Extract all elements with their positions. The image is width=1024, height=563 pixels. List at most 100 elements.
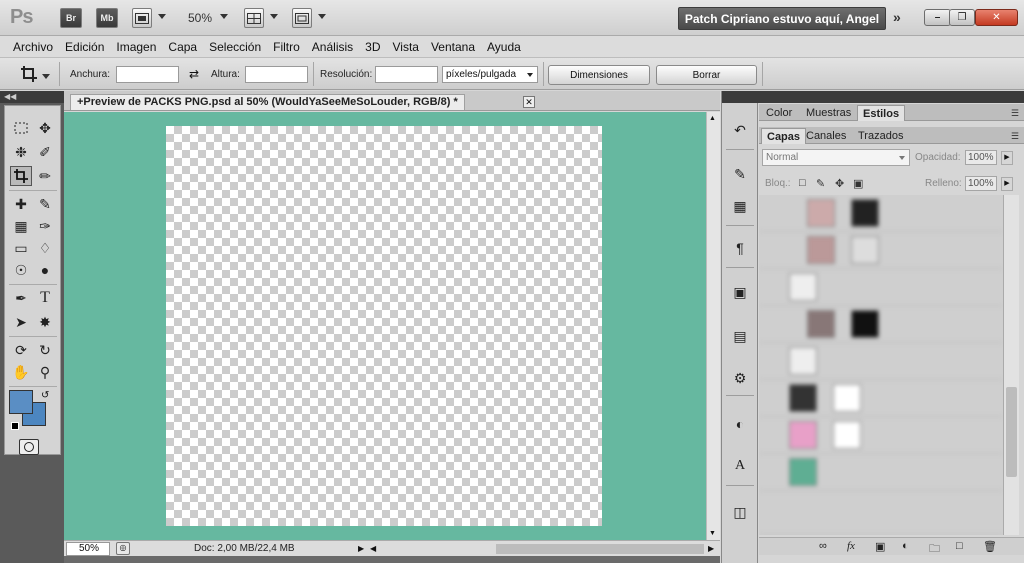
zoom-tool-icon[interactable]: ⚲ <box>34 362 56 382</box>
layer-row[interactable] <box>759 306 1003 343</box>
foreground-color-swatch[interactable] <box>9 390 33 414</box>
resolution-input[interactable] <box>375 66 438 83</box>
height-input[interactable] <box>245 66 308 83</box>
tab-capas[interactable]: Capas <box>761 128 807 144</box>
layer-row[interactable] <box>759 491 1003 535</box>
mini-bridge-button[interactable]: Mb <box>96 8 118 28</box>
quick-selection-tool-icon[interactable]: ✐ <box>34 142 56 162</box>
type-tool-icon[interactable]: T <box>34 288 56 308</box>
transparent-canvas[interactable] <box>166 126 602 526</box>
arrange-documents-button[interactable] <box>244 8 264 28</box>
clear-button[interactable]: Borrar <box>656 65 757 85</box>
animation-panel-icon[interactable]: ◫ <box>729 501 751 523</box>
tab-canales[interactable]: Canales <box>801 128 851 144</box>
status-info-icon[interactable]: ◎ <box>116 542 130 555</box>
screen-mode-button[interactable] <box>292 8 312 28</box>
layers-scrollbar[interactable] <box>1003 195 1019 535</box>
menu-ayuda[interactable]: Ayuda <box>481 36 527 57</box>
menu-seleccion[interactable]: Selección <box>203 36 267 57</box>
collapse-panel-icon[interactable]: ◀◀ <box>4 92 16 101</box>
adjustment-layer-icon[interactable]: ◐ <box>902 540 909 552</box>
layer-row[interactable] <box>759 343 1003 380</box>
paint-bucket-tool-icon[interactable]: ♢ <box>34 238 56 258</box>
menu-ventana[interactable]: Ventana <box>425 36 481 57</box>
actions-panel-icon[interactable]: ▤ <box>729 325 751 347</box>
width-input[interactable] <box>116 66 179 83</box>
lock-image-pixels-icon[interactable]: ✎ <box>816 177 825 190</box>
link-layers-icon[interactable]: ∞ <box>819 540 827 552</box>
delete-layer-icon[interactable]: 🗑 <box>983 540 997 553</box>
custom-shape-tool-icon[interactable]: ✸ <box>34 312 56 332</box>
scroll-right-icon[interactable]: ▶ <box>708 544 714 553</box>
info-panel-icon[interactable]: ⚙ <box>729 367 751 389</box>
layers-scroll-thumb[interactable] <box>1006 387 1017 477</box>
layers-panel-menu-icon[interactable]: ☰ <box>1011 131 1019 142</box>
character-panel-icon[interactable]: A <box>729 455 751 477</box>
view-extras-dropdown-icon[interactable] <box>158 14 166 19</box>
eraser-tool-icon[interactable]: ▭ <box>10 238 32 258</box>
crop-tool-preset-icon[interactable] <box>20 65 38 86</box>
tab-muestras[interactable]: Muestras <box>801 105 856 121</box>
clone-source-icon[interactable]: ▦ <box>729 195 751 217</box>
3d-rotate-tool-icon[interactable]: ⟳ <box>10 340 32 360</box>
close-document-icon[interactable]: ✕ <box>523 96 535 108</box>
right-panels-header[interactable] <box>759 91 1024 103</box>
masks-panel-icon[interactable]: ▣ <box>729 281 751 303</box>
fill-slider-icon[interactable]: ▶ <box>1001 177 1013 191</box>
menu-capa[interactable]: Capa <box>162 36 203 57</box>
clone-stamp-tool-icon[interactable]: ▦ <box>10 216 32 236</box>
default-colors-icon[interactable] <box>11 422 19 430</box>
menu-imagen[interactable]: Imagen <box>110 36 162 57</box>
front-image-button[interactable]: Dimensiones <box>548 65 650 85</box>
arrange-dropdown-icon[interactable] <box>270 14 278 19</box>
scroll-up-icon[interactable]: ▲ <box>709 115 716 122</box>
move-tool-icon[interactable]: ✥ <box>34 118 56 138</box>
screen-mode-dropdown-icon[interactable] <box>318 14 326 19</box>
layer-style-icon[interactable]: fx <box>847 540 855 552</box>
eyedropper-tool-icon[interactable]: ✏ <box>34 166 56 186</box>
horizontal-scroll-thumb[interactable] <box>496 544 704 554</box>
menu-vista[interactable]: Vista <box>387 36 425 57</box>
add-mask-icon[interactable]: ▣ <box>875 540 885 553</box>
tab-trazados[interactable]: Trazados <box>853 128 908 144</box>
layer-row[interactable] <box>759 380 1003 417</box>
layer-row[interactable] <box>759 269 1003 306</box>
menu-analisis[interactable]: Análisis <box>306 36 359 57</box>
layer-row[interactable] <box>759 232 1003 269</box>
lock-all-icon[interactable]: ▣ <box>853 177 863 190</box>
path-selection-tool-icon[interactable]: ➤ <box>10 312 32 332</box>
zoom-dropdown-icon[interactable] <box>220 14 228 19</box>
more-workspaces-icon[interactable]: » <box>893 9 901 25</box>
new-layer-icon[interactable]: □ <box>956 540 963 552</box>
dock-header[interactable] <box>722 91 759 103</box>
scroll-left-icon[interactable]: ◀ <box>370 544 376 553</box>
quick-mask-button[interactable] <box>19 439 39 455</box>
resolution-unit-select[interactable]: píxeles/pulgada <box>442 66 538 83</box>
dodge-tool-icon[interactable]: ● <box>34 260 56 280</box>
document-tab[interactable]: +Preview de PACKS PNG.psd al 50% (WouldY… <box>70 94 465 110</box>
blur-tool-icon[interactable]: ☉ <box>10 260 32 280</box>
3d-orbit-tool-icon[interactable]: ↻ <box>34 340 56 360</box>
menu-3d[interactable]: 3D <box>359 36 386 57</box>
crop-tool-icon[interactable] <box>10 166 32 186</box>
marquee-tool-icon[interactable] <box>10 118 32 138</box>
menu-edicion[interactable]: Edición <box>59 36 110 57</box>
lock-transparent-pixels-icon[interactable]: □ <box>799 177 806 189</box>
bridge-button[interactable]: Br <box>60 8 82 28</box>
adjustments-panel-icon[interactable]: ◐ <box>729 413 751 435</box>
layer-row[interactable] <box>759 417 1003 454</box>
status-zoom-field[interactable]: 50% <box>66 542 110 556</box>
history-brush-tool-icon[interactable]: ✑ <box>34 216 56 236</box>
blend-mode-select[interactable]: Normal <box>762 149 910 166</box>
layer-row[interactable] <box>759 454 1003 491</box>
history-panel-icon[interactable]: ↶ <box>729 119 751 141</box>
new-group-icon[interactable]: 🗀 <box>929 540 940 559</box>
menu-archivo[interactable]: Archivo <box>7 36 59 57</box>
panel-menu-icon[interactable]: ☰ <box>1011 108 1019 119</box>
lasso-tool-icon[interactable]: ❉ <box>10 142 32 162</box>
menu-filtro[interactable]: Filtro <box>267 36 306 57</box>
workspace-switcher[interactable]: Patch Cipriano estuvo aquí, Angel <box>678 7 886 30</box>
layer-row[interactable] <box>759 195 1003 232</box>
brush-presets-icon[interactable]: ✎ <box>729 163 751 185</box>
spot-healing-brush-icon[interactable]: ✚ <box>10 194 32 214</box>
